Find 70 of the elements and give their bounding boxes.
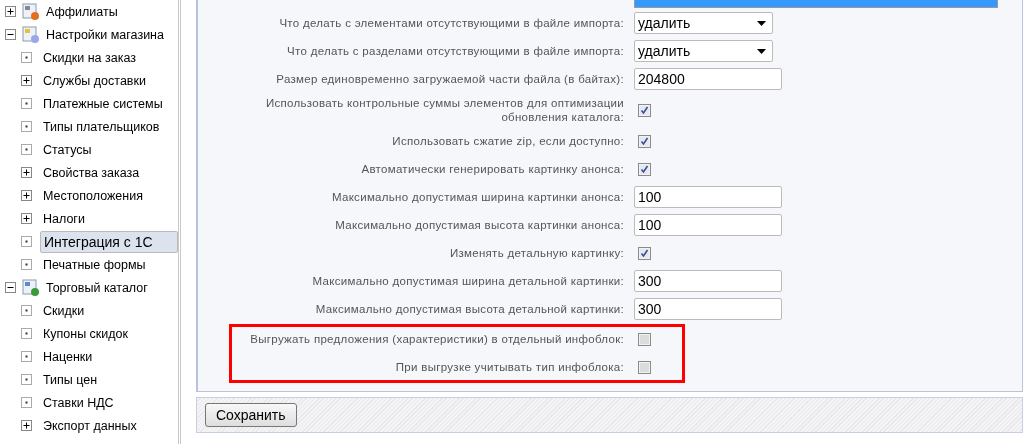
leaf-icon — [21, 328, 32, 339]
tree-item[interactable]: Аффилиаты — [43, 2, 121, 21]
checkbox[interactable] — [638, 246, 651, 260]
tree-item[interactable]: Торговый каталог — [43, 278, 151, 297]
tree-item[interactable]: Статусы — [40, 140, 95, 159]
leaf-icon — [21, 259, 32, 270]
leaf-icon — [21, 397, 32, 408]
expand-icon[interactable] — [21, 213, 32, 224]
field-label: При выгрузке учитывать тип инфоблока: — [394, 360, 625, 374]
expand-icon[interactable] — [5, 6, 16, 17]
field-label: Максимально допустимая ширина картинки анонса: — [330, 190, 625, 204]
tree-item[interactable]: Свойства заказа — [40, 163, 143, 182]
checkbox[interactable] — [638, 134, 651, 148]
field-label: Автоматически генерировать картинку анонса: — [360, 162, 625, 176]
field-label: Максимально допустимая высота картинки анонса: — [334, 218, 625, 232]
leaf-icon — [21, 351, 32, 362]
tree-item[interactable]: Экспорт данных — [40, 416, 140, 435]
input-field[interactable]: 204800 — [634, 68, 782, 90]
field-label: Выгружать предложения (характеристики) в отдельный инфоблок: — [249, 332, 625, 346]
checkbox[interactable] — [638, 360, 651, 374]
tree-item[interactable]: Типы цен — [40, 370, 101, 389]
tree-item[interactable]: Купоны скидок — [40, 324, 132, 343]
tree-item[interactable]: Настройки магазина — [43, 25, 167, 44]
leaf-icon — [21, 144, 32, 155]
tree-item[interactable]: Налоги — [40, 209, 88, 228]
field-label: Изменять детальную картинку: — [448, 246, 625, 260]
tree-item[interactable]: Ставки НДС — [40, 393, 117, 412]
input-field[interactable]: 300 — [634, 298, 782, 320]
leaf-icon — [21, 305, 32, 316]
leaf-icon — [21, 374, 32, 385]
checkbox[interactable] — [638, 103, 651, 117]
leaf-icon — [21, 52, 32, 63]
field-label: Что делать с элементами отсутствующими в файле импорта: — [278, 16, 625, 30]
tree-item[interactable]: Скидки на заказ — [40, 48, 139, 67]
checkbox[interactable] — [638, 162, 651, 176]
field-label: Размер единовременно загружаемой части файла (в байтах): — [275, 72, 625, 86]
input-field[interactable]: 100 — [634, 214, 782, 236]
field-label: Максимально допустимая ширина детальной картинки: — [311, 274, 625, 288]
leaf-icon — [21, 98, 32, 109]
save-button[interactable]: Сохранить — [205, 403, 297, 427]
expand-icon[interactable] — [21, 420, 32, 431]
tree-item[interactable]: Интеграция с 1С — [40, 230, 178, 253]
input-field[interactable]: 300 — [634, 270, 782, 292]
caret-icon — [757, 48, 766, 54]
caret-icon — [757, 20, 766, 26]
collapse-icon[interactable] — [5, 282, 16, 293]
tree-item[interactable]: Типы плательщиков — [40, 117, 163, 136]
tree-item[interactable]: Местоположения — [40, 186, 146, 205]
tree-item[interactable]: Платежные системы — [40, 94, 166, 113]
expand-icon[interactable] — [21, 167, 32, 178]
expand-icon[interactable] — [21, 75, 32, 86]
checkbox[interactable] — [638, 332, 651, 346]
field-label: Использовать сжатие zip, если доступно: — [391, 134, 625, 148]
tree-item[interactable]: Службы доставки — [40, 71, 149, 90]
dropdown[interactable]: удалить — [634, 12, 773, 34]
module-icon — [22, 278, 40, 297]
module-icon — [22, 25, 40, 44]
module-icon — [22, 2, 40, 21]
field-label: Максимально допустимая высота детальной картинки: — [314, 302, 625, 316]
leaf-icon — [21, 121, 32, 132]
dropdown[interactable]: удалить — [634, 40, 773, 62]
tree-item[interactable]: Наценки — [40, 347, 96, 366]
input-field[interactable]: 100 — [634, 186, 782, 208]
expand-icon[interactable] — [21, 190, 32, 201]
tree-item[interactable]: Печатные формы — [40, 255, 149, 274]
collapse-icon[interactable] — [5, 29, 16, 40]
field-label: Использовать контрольные суммы элементов для оптимизации обновления каталога: — [264, 96, 625, 124]
field-label: Что делать с разделами отсутствующими в файле импорта: — [286, 44, 625, 58]
tree-item[interactable]: Скидки — [40, 301, 88, 320]
leaf-icon — [21, 236, 32, 247]
